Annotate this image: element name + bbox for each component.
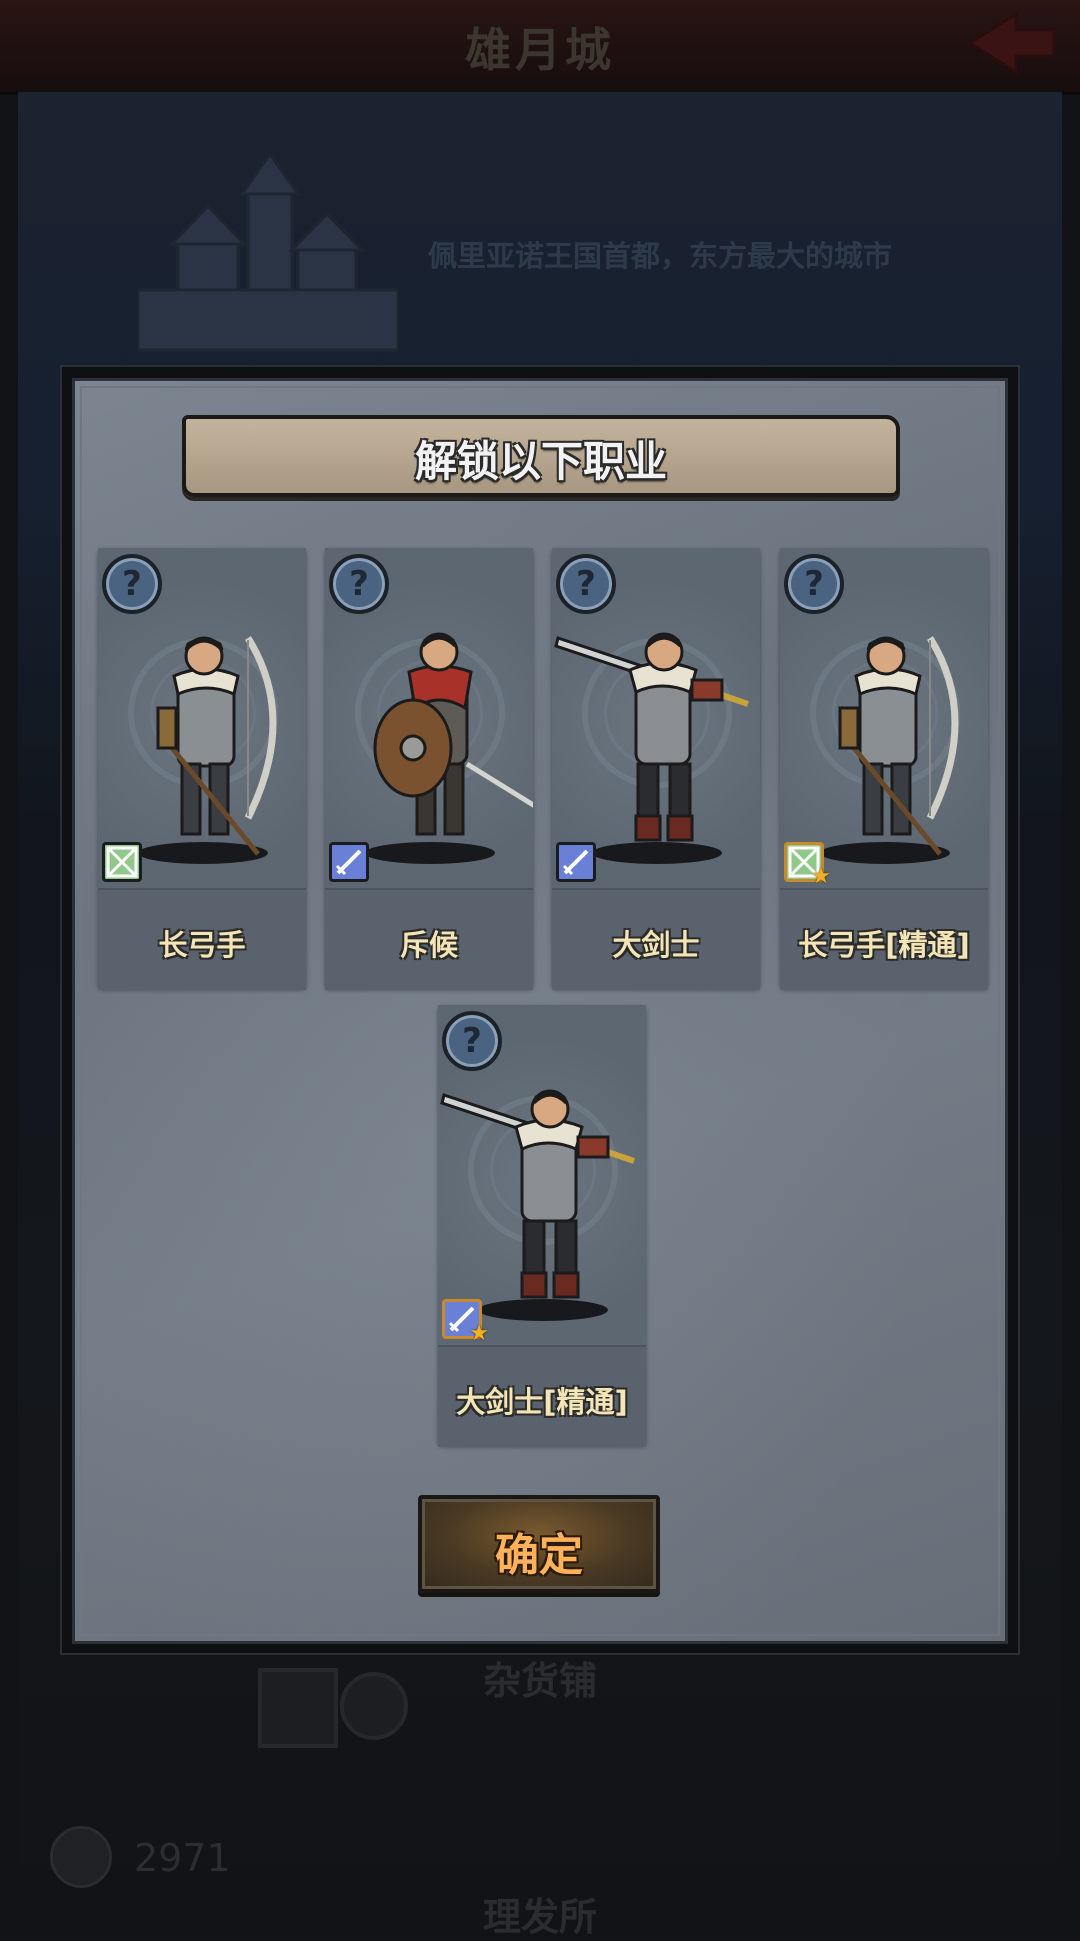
class-card[interactable]: ? ★ 大剑士[精通] — [438, 1005, 646, 1447]
help-glyph: ? — [349, 564, 369, 604]
confirm-button[interactable]: 确定 — [418, 1495, 660, 1593]
class-name-plate: 大剑士[精通] — [438, 1345, 646, 1447]
sword-icon: ★ — [442, 1299, 489, 1346]
money-count: 2971 — [134, 1836, 231, 1880]
help-icon[interactable]: ? — [556, 554, 616, 614]
class-name: 长弓手[精通] — [798, 928, 970, 962]
help-icon[interactable]: ? — [784, 554, 844, 614]
city-title: 雄月城 — [465, 23, 615, 77]
help-icon[interactable]: ? — [329, 554, 389, 614]
help-glyph: ? — [462, 1021, 482, 1061]
sword-icon — [329, 842, 369, 882]
class-name: 长弓手 — [158, 928, 246, 962]
class-card[interactable]: ? ★ 长弓手[精通] — [780, 548, 988, 990]
barber-label: 理发所 — [482, 1895, 597, 1939]
help-glyph: ? — [122, 564, 142, 604]
class-name: 大剑士 — [612, 928, 700, 962]
help-icon[interactable]: ? — [102, 554, 162, 614]
help-glyph: ? — [576, 564, 596, 604]
help-glyph: ? — [804, 564, 824, 604]
bow-icon — [102, 842, 142, 882]
back-arrow-icon[interactable] — [966, 10, 1058, 76]
city-description: 佩里亚诺王国首都，东方最大的城市 — [428, 239, 893, 273]
class-card[interactable]: ? 大剑士 — [552, 548, 760, 990]
class-card[interactable]: ? 斥候 — [325, 548, 533, 990]
class-name: 大剑士[精通] — [456, 1385, 628, 1419]
class-name-plate: 长弓手 — [98, 888, 306, 990]
bow-icon: ★ — [784, 842, 831, 889]
sword-icon — [556, 842, 596, 882]
class-card[interactable]: ? 长弓手 — [98, 548, 306, 990]
confirm-label: 确定 — [495, 1530, 583, 1581]
star-icon: ★ — [811, 864, 831, 889]
shop-label: 杂货铺 — [482, 1659, 597, 1703]
class-name: 斥候 — [399, 928, 458, 962]
class-name-plate: 长弓手[精通] — [780, 888, 988, 990]
coin-icon — [50, 1826, 112, 1888]
star-icon: ★ — [469, 1321, 489, 1346]
dialog-title: 解锁以下职业 — [414, 437, 667, 486]
class-name-plate: 大剑士 — [552, 888, 760, 990]
class-name-plate: 斥候 — [325, 888, 533, 990]
castle-icon — [138, 151, 398, 352]
help-icon[interactable]: ? — [442, 1011, 502, 1071]
